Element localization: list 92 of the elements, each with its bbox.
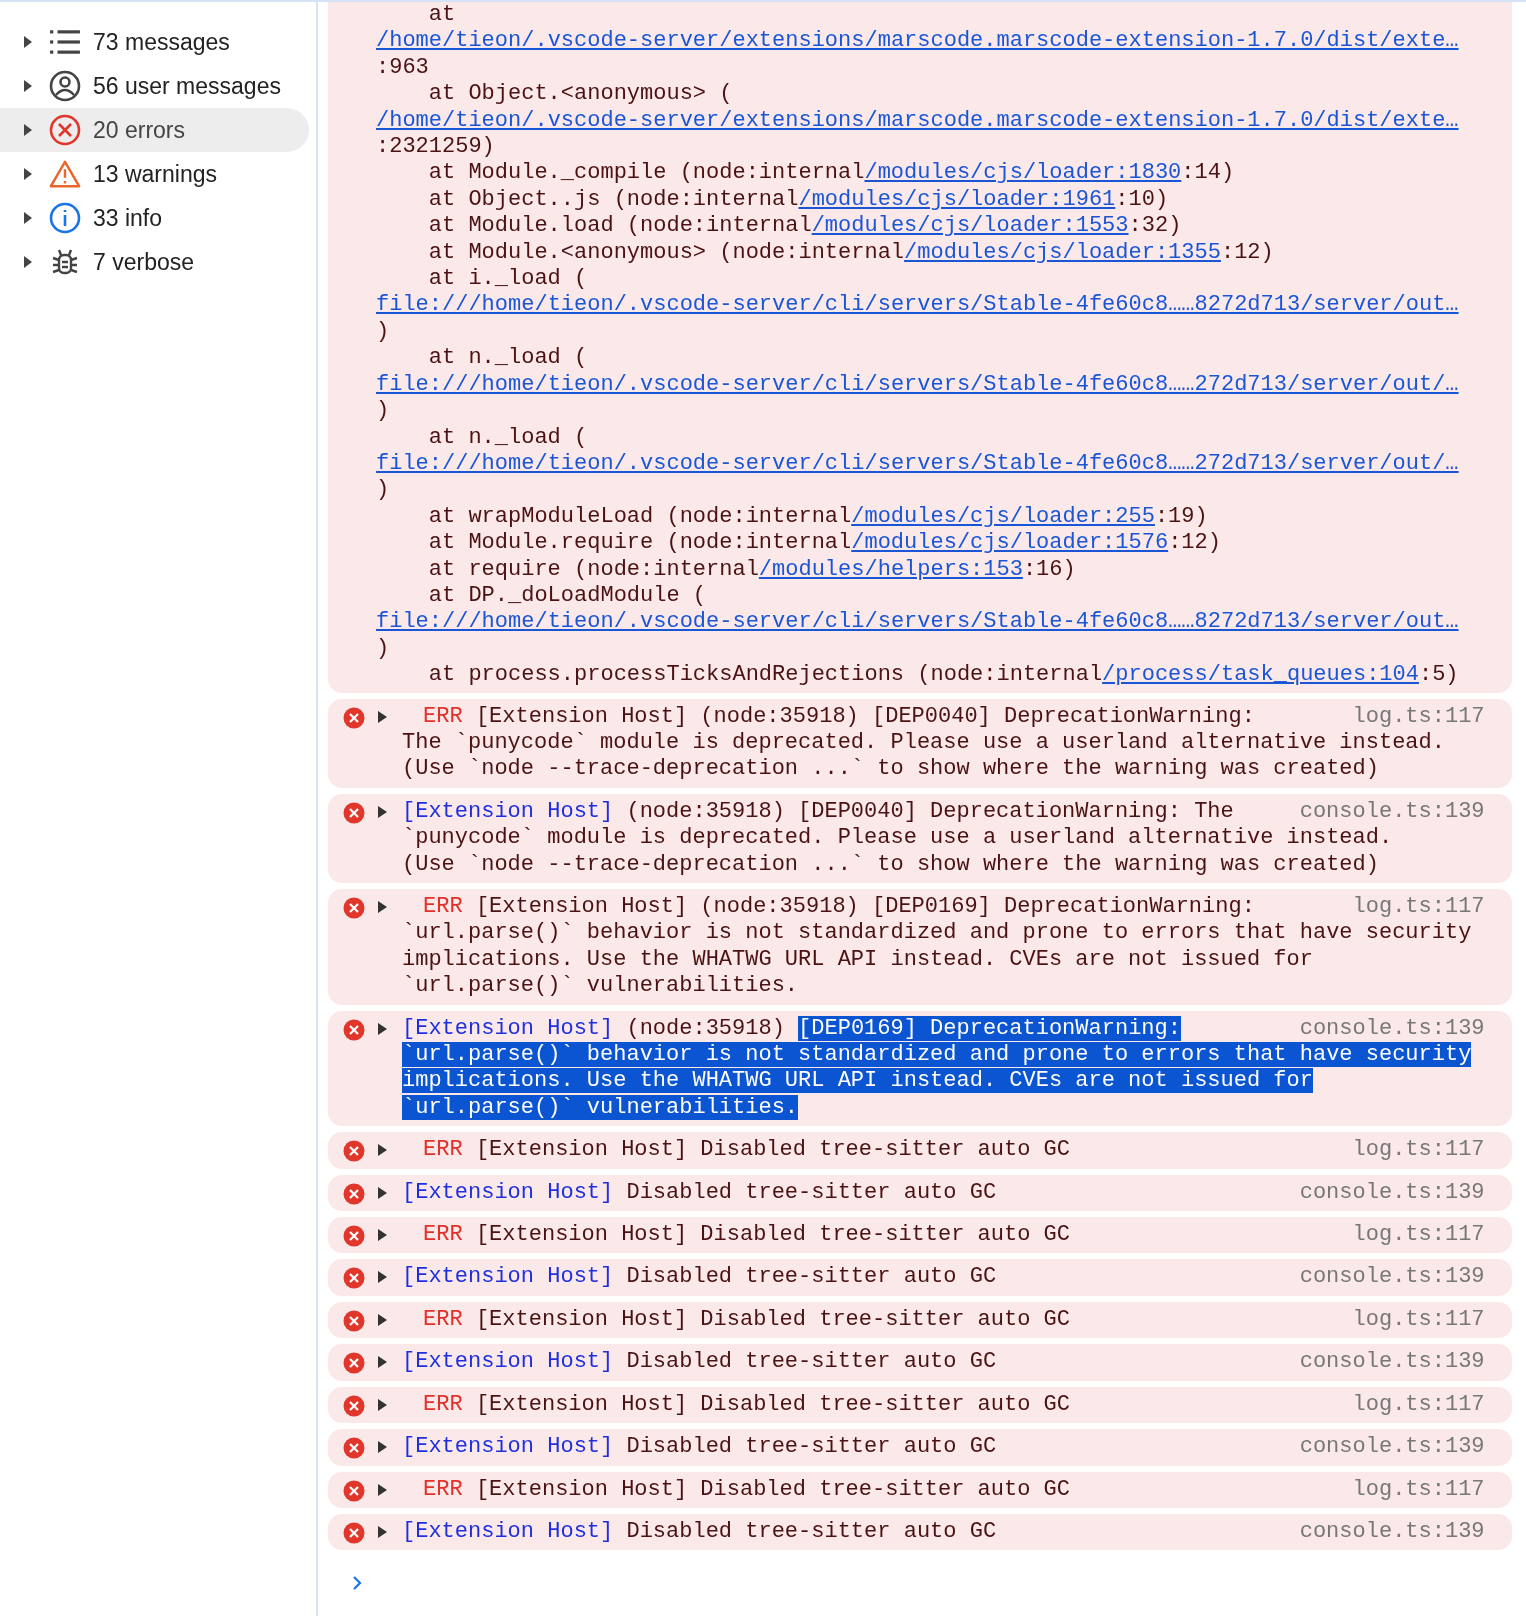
source-location-link[interactable]: log.ts:117 [1352,894,1485,921]
log-message: [Extension Host] Disabled tree-sitter auto GC console.ts:139 [402,1349,1485,1376]
log-message: [Extension Host] Disabled tree-sitter auto GC console.ts:139 [402,1518,1485,1546]
source-location-link[interactable]: console.ts:139 [1299,1264,1485,1291]
file-link[interactable]: file:///home/tieon/.vscode-server/cli/servers/Stable-4fe60c8……8272d713/server/out… [376,292,1459,318]
error-icon [343,897,365,919]
stack-trace-line: at wrapModuleLoad (node:internal/modules/cjs/loader:255:19) [427,503,1209,531]
stack-trace-line: at Module._compile (node:internal/modules/cjs/loader:1830:14) [427,160,1236,187]
log-message: [Extension Host] Disabled tree-sitter auto GC console.ts:139 [402,1434,1485,1461]
sidebar-item[interactable]: 56 user messages [0,64,309,108]
stack-trace-line: ) [376,398,391,425]
sidebar-item[interactable]: 13 warnings [0,152,309,196]
error-icon [343,1309,365,1332]
sidebar-item[interactable]: 73 messages [0,20,309,64]
stack-trace-line: ) [376,477,391,504]
error-icon [343,1140,365,1163]
file-link[interactable]: file:///home/tieon/.vscode-server/cli/servers/Stable-4fe60c8……272d713/server/out/… [376,371,1459,397]
stack-trace-line: at Module.<anonymous> (node:internal/modules/cjs/loader:1355:12) [427,239,1275,267]
user-icon [49,70,81,102]
stack-trace-line: at Object..js (node:internal/modules/cjs/loader:1961:10) [427,186,1170,214]
stack-trace-line: ) [376,635,391,663]
error-icon [343,1479,365,1502]
source-location-link[interactable]: console.ts:139 [1299,1518,1485,1546]
log-message: ERR [Extension Host] (node:35918) [DEP0040] DeprecationWarning: log.ts:117 The `punycode` module is deprecated. Please use a userland alternative instead. (Use `node --trace-deprecation ...` to show where the warning was created) [402,703,1485,783]
log-message: [Extension Host] (node:35918) [DEP0040] DeprecationWarning: The console.ts:139 `punycode` module is deprecated. Please use a userland alternative instead. (Use `node --trace-deprecation ...` to show where the warning was created) [402,798,1485,878]
log-message: ERR [Extension Host] (node:35918) [DEP0169] DeprecationWarning: log.ts:117 `url.parse()` behavior is not standardized and prone to errors that have security implications. Use the WHATWG URL API instead. CVEs are not issued for `url.parse()` vulnerabilities. [402,894,1485,1000]
error-icon [343,1394,365,1417]
file-link[interactable]: /home/tieon/.vscode-server/extensions/marscode.marscode-extension-1.7.0/dist/exte… [376,107,1459,133]
source-location-link[interactable]: console.ts:139 [1299,1015,1485,1043]
file-link[interactable]: /modules/helpers:153 [758,556,1023,582]
file-link[interactable]: /modules/cjs/loader:255 [851,503,1155,529]
stack-trace-line: at process.processTicksAndRejections (node:internal/process/task_queues:104:5) [427,662,1460,689]
info-icon [49,202,81,234]
expand-triangle-icon[interactable] [23,255,33,269]
file-link[interactable]: /modules/cjs/loader:1553 [811,213,1129,239]
file-link[interactable]: /modules/cjs/loader:1961 [798,186,1116,212]
error-icon [49,114,81,146]
file-link[interactable]: /modules/cjs/loader:1355 [904,239,1221,265]
source-location-link[interactable]: log.ts:117 [1352,1476,1485,1503]
stack-trace-line: at Module.load (node:internal/modules/cjs/loader:1553:32) [427,213,1183,240]
log-message: [Extension Host] Disabled tree-sitter auto GC console.ts:139 [402,1179,1485,1207]
stack-trace-line: at i._load ( [427,266,589,293]
log-message: [Extension Host] Disabled tree-sitter auto GC console.ts:139 [402,1264,1485,1291]
sidebar-item[interactable]: 33 info [0,196,309,240]
error-icon [343,1352,365,1375]
stack-trace-line: ) [376,318,391,346]
stack-trace-line: at Object.<anonymous> ( [427,81,734,108]
sidebar-item[interactable]: 20 errors [0,108,309,152]
log-message: ERR [Extension Host] Disabled tree-sitter auto GC log.ts:117 [422,1476,1485,1503]
expand-triangle-icon[interactable] [23,167,33,181]
file-link[interactable]: /home/tieon/.vscode-server/extensions/marscode.marscode-extension-1.7.0/dist/exte… [376,28,1459,54]
file-link[interactable]: file:///home/tieon/.vscode-server/cli/servers/Stable-4fe60c8……272d713/server/out/… [376,450,1459,476]
error-icon [343,1521,365,1544]
stack-trace-line: at require (node:internal/modules/helpers:153:16) [427,556,1077,583]
source-location-link[interactable]: log.ts:117 [1352,1391,1485,1419]
expand-triangle-icon[interactable] [23,79,33,93]
file-link[interactable]: /modules/cjs/loader:1576 [851,530,1169,556]
expand-triangle-icon[interactable] [23,123,33,137]
source-location-link[interactable]: log.ts:117 [1352,703,1485,730]
source-location-link[interactable]: log.ts:117 [1352,1137,1485,1164]
file-link[interactable]: /process/task_queues:104 [1102,662,1419,688]
stack-trace-line: at Module.require (node:internal/modules/cjs/loader:1576:12) [427,530,1222,557]
file-link[interactable]: file:///home/tieon/.vscode-server/cli/servers/Stable-4fe60c8……8272d713/server/out… [376,609,1459,635]
stack-trace-line: at n._load ( [427,345,589,372]
sidebar-item[interactable]: 7 verbose [0,240,309,284]
log-message: ERR [Extension Host] Disabled tree-sitter auto GC log.ts:117 [422,1306,1485,1334]
log-message: [Extension Host] (node:35918) [DEP0169] DeprecationWarning: console.ts:139 `url.parse()` behavior is not standardized and prone to errors that have security implications. Use the WHATWG URL API instead. CVEs are not issued for `url.parse()` vulnerabilities. [402,1015,1485,1122]
error-icon [343,1267,365,1290]
log-message: ERR [Extension Host] Disabled tree-sitter auto GC log.ts:117 [422,1137,1485,1164]
error-icon [343,1182,365,1205]
stack-trace-line: at [427,2,457,29]
stack-trace-line: :963 [376,54,430,82]
expand-triangle-icon[interactable] [23,35,33,49]
error-icon [343,801,365,824]
stack-trace-line: at n._load ( [427,424,589,451]
stack-trace-line: :2321259) [376,134,496,161]
source-location-link[interactable]: console.ts:139 [1299,1434,1485,1461]
source-location-link[interactable]: console.ts:139 [1299,1179,1485,1207]
error-icon [343,1018,365,1041]
stack-trace-line: at DP._doLoadModule ( [427,582,708,610]
source-location-link[interactable]: console.ts:139 [1299,1349,1485,1376]
error-icon [343,706,365,729]
source-location-link[interactable]: log.ts:117 [1352,1306,1485,1334]
source-location-link[interactable]: console.ts:139 [1299,798,1485,826]
log-message: ERR [Extension Host] Disabled tree-sitter auto GC log.ts:117 [422,1391,1485,1419]
log-message: ERR [Extension Host] Disabled tree-sitter auto GC log.ts:117 [422,1222,1485,1249]
warning-icon [49,158,81,190]
file-link[interactable]: /modules/cjs/loader:1830 [864,160,1182,186]
error-icon [343,1225,365,1248]
expand-triangle-icon[interactable] [23,211,33,225]
error-icon [343,1437,365,1460]
source-location-link[interactable]: log.ts:117 [1352,1222,1485,1249]
